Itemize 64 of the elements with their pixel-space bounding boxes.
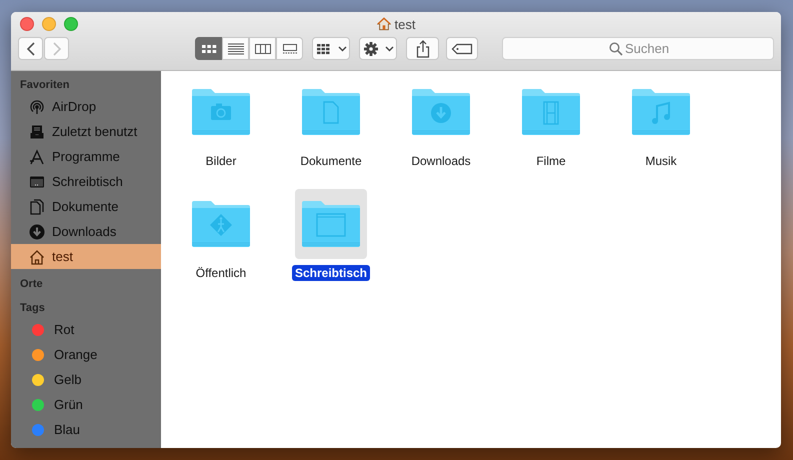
sidebar-item[interactable]: Grün — [11, 392, 161, 417]
search-icon — [609, 42, 623, 56]
section-header: Orte — [19, 277, 44, 292]
chevron-down-icon — [338, 46, 347, 52]
sidebar-item[interactable]: Zuletzt benutzt — [11, 119, 161, 144]
tag-icon — [450, 42, 473, 54]
sidebar-item[interactable]: Schreibtisch — [11, 169, 161, 194]
sidebar-item[interactable]: Blau — [11, 417, 161, 442]
gallery-view-button[interactable] — [276, 37, 303, 60]
chevron-down-icon — [384, 46, 394, 52]
folder-icon[interactable] — [300, 199, 362, 249]
share-icon — [416, 40, 430, 58]
section-header: Tags — [19, 301, 46, 316]
action-button[interactable] — [359, 37, 398, 60]
share-button[interactable] — [406, 37, 439, 60]
tray-icon — [29, 124, 45, 140]
sidebar-item[interactable]: AirDrop — [11, 94, 161, 119]
folder-name: Downloads — [410, 153, 472, 169]
list-view-button[interactable] — [222, 37, 249, 60]
icon-view-button[interactable] — [195, 37, 222, 60]
folder-icon[interactable] — [630, 87, 692, 137]
download-icon — [29, 224, 45, 240]
folder-name: Filme — [535, 153, 567, 169]
tag-button[interactable] — [446, 37, 478, 60]
chevron-left-icon — [26, 42, 36, 56]
section-header: Favoriten — [19, 78, 71, 93]
folder-name: Musik — [644, 153, 678, 169]
close-button[interactable] — [20, 17, 34, 31]
folder-name: Dokumente — [299, 153, 363, 169]
folder-icon[interactable] — [190, 87, 252, 137]
window-title: test — [394, 16, 416, 32]
folder-name: Schreibtisch — [292, 265, 370, 281]
document-icon — [29, 198, 45, 214]
folder-icon[interactable] — [190, 199, 252, 249]
sidebar-item[interactable]: Programme — [11, 144, 161, 169]
list-icon — [226, 42, 244, 54]
apps-icon — [29, 148, 45, 164]
sidebar-item[interactable]: Orange — [11, 342, 161, 367]
sidebar-item[interactable]: test — [11, 244, 161, 269]
search-field[interactable]: Suchen — [502, 37, 774, 60]
gallery-icon — [280, 42, 298, 54]
folder-name: Öffentlich — [194, 265, 248, 281]
home-icon — [376, 17, 391, 31]
gear-icon — [362, 40, 379, 56]
airdrop-icon — [29, 98, 45, 114]
zoom-button[interactable] — [64, 17, 78, 31]
chevron-right-icon — [52, 42, 62, 56]
folder-icon[interactable] — [410, 87, 472, 137]
folder-name: Bilder — [204, 153, 238, 169]
columns-icon — [254, 42, 272, 54]
home-icon — [29, 248, 45, 264]
folder-icon[interactable] — [300, 87, 362, 137]
grid-icon — [316, 42, 332, 54]
sidebar-item[interactable]: Rot — [11, 317, 161, 342]
group-by-button[interactable] — [312, 37, 350, 60]
column-view-button[interactable] — [249, 37, 276, 60]
sidebar-item[interactable]: Gelb — [11, 367, 161, 392]
sidebar-item[interactable]: Downloads — [11, 219, 161, 244]
folder-icon[interactable] — [520, 87, 582, 137]
sidebar-item[interactable]: Dokumente — [11, 194, 161, 219]
desktop-icon — [29, 174, 45, 190]
back-button[interactable] — [18, 37, 43, 60]
minimize-button[interactable] — [42, 17, 56, 31]
grid-icon — [200, 42, 218, 54]
